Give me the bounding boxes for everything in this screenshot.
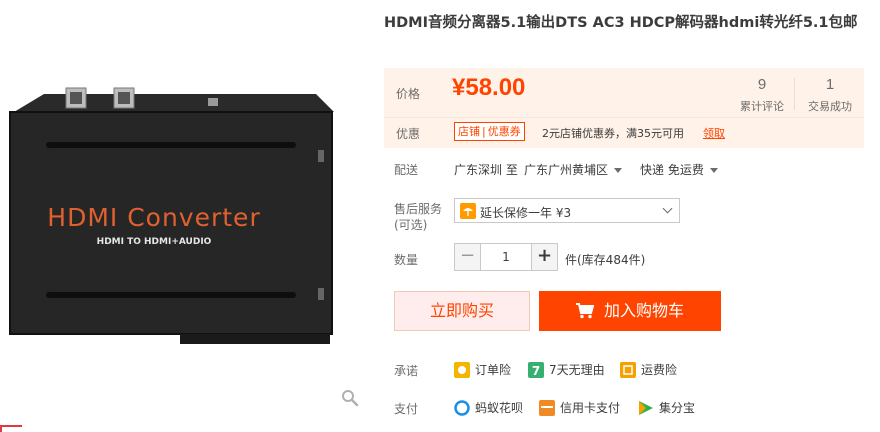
shipping-label: 配送 [394,163,419,177]
shipping-method-value: 快递 免运费 [640,163,704,177]
cart-icon [575,303,594,319]
payment-huabei-label: 蚂蚁花呗 [475,401,524,415]
payment-credit-card[interactable]: 信用卡支付 [539,399,620,416]
huabei-icon [454,399,470,416]
claim-coupon-link[interactable]: 领取 [703,125,725,141]
add-to-cart-label: 加入购物车 [603,301,684,320]
quantity-decrease-button[interactable]: − [455,244,481,270]
thumbnail-selected[interactable] [0,425,22,432]
shipping-insurance-icon [620,361,636,378]
coupon-tag-shop: 店铺 [458,125,480,138]
quantity-label: 数量 [394,253,419,267]
service-label-optional: (可选) [394,218,428,232]
chevron-down-icon [709,168,718,173]
promo-label: 优惠 [396,127,421,141]
order-insurance-icon [454,361,470,378]
jifenbao-icon [638,399,654,416]
sales-count: 1 [825,76,835,93]
price-label: 价格 [396,87,421,101]
umbrella-icon [460,203,476,219]
price-panel: 价格 ¥58.00 9 累计评论 1 交易成功 优惠 店铺 | 优惠券 2元店铺… [384,68,864,148]
credit-card-icon [539,399,555,416]
hdmi-converter-photo: HDMI Converter HDMI TO HDMI+AUDIO [9,87,334,344]
product-title: HDMI音频分离器5.1输出DTS AC3 HDCP解码器hdmi转光纤5.1包… [384,15,858,31]
reviews-label: 累计评论 [740,100,784,113]
reviews-stat[interactable]: 9 累计评论 [734,76,790,114]
service-label-main: 售后服务 [394,202,443,216]
coupon-tag-separator: | [482,125,486,138]
promise-7day-return[interactable]: 7 7天无理由 [528,361,605,378]
shop-coupon-tag: 店铺 | 优惠券 [454,122,525,141]
quantity-increase-button[interactable]: + [531,244,557,270]
payment-huabei[interactable]: 蚂蚁花呗 [454,399,523,416]
zoom-icon[interactable] [340,388,360,408]
promise-order-insurance-label: 订单险 [475,363,512,377]
add-to-cart-button[interactable]: 加入购物车 [539,291,721,331]
coupon-description: 2元店铺优惠券，满35元可用 [542,127,684,140]
device-model-label: HDMI TO HDMI+AUDIO [97,237,212,247]
product-image[interactable]: HDMI Converter HDMI TO HDMI+AUDIO [0,0,376,432]
chevron-down-icon [614,168,623,173]
promise-7day-return-label: 7天无理由 [549,363,605,377]
promise-shipping-insurance-label: 运费险 [641,363,678,377]
payment-jifenbao[interactable]: 集分宝 [638,399,695,416]
promise-order-insurance[interactable]: 订单险 [454,361,511,378]
ship-to-select[interactable]: 广东广州黄埔区 [524,161,623,178]
chevron-down-icon [662,203,673,214]
payment-credit-card-label: 信用卡支付 [560,401,621,415]
promise-shipping-insurance[interactable]: 运费险 [620,361,677,378]
promise-label: 承诺 [394,364,419,378]
shipping-method-select[interactable]: 快递 免运费 [640,161,718,178]
device-brand-label: HDMI Converter [47,203,260,232]
warranty-select[interactable]: 延长保修一年 ¥3 [454,198,680,223]
stock-info: 件(库存484件) [565,253,646,267]
promo-divider [384,117,864,118]
payment-label: 支付 [394,402,419,416]
payment-jifenbao-label: 集分宝 [659,401,696,415]
buy-now-button[interactable]: 立即购买 [394,291,530,331]
quantity-input[interactable]: 1 [481,244,531,270]
ship-to-value: 广东广州黄埔区 [524,163,609,177]
coupon-tag-coupon: 优惠券 [487,125,521,138]
seven-day-return-icon: 7 [528,361,544,378]
service-label: 售后服务 (可选) [394,201,442,233]
sales-stat[interactable]: 1 交易成功 [798,76,862,114]
svg-text:7: 7 [532,364,540,378]
price-value: ¥58.00 [452,74,526,101]
sales-label: 交易成功 [808,100,852,113]
reviews-count: 9 [757,76,767,93]
ship-from: 广东深圳 至 [454,163,518,177]
warranty-selected-option: 延长保修一年 ¥3 [480,206,572,220]
quantity-stepper: − 1 + [454,243,558,271]
stat-divider [794,78,795,110]
